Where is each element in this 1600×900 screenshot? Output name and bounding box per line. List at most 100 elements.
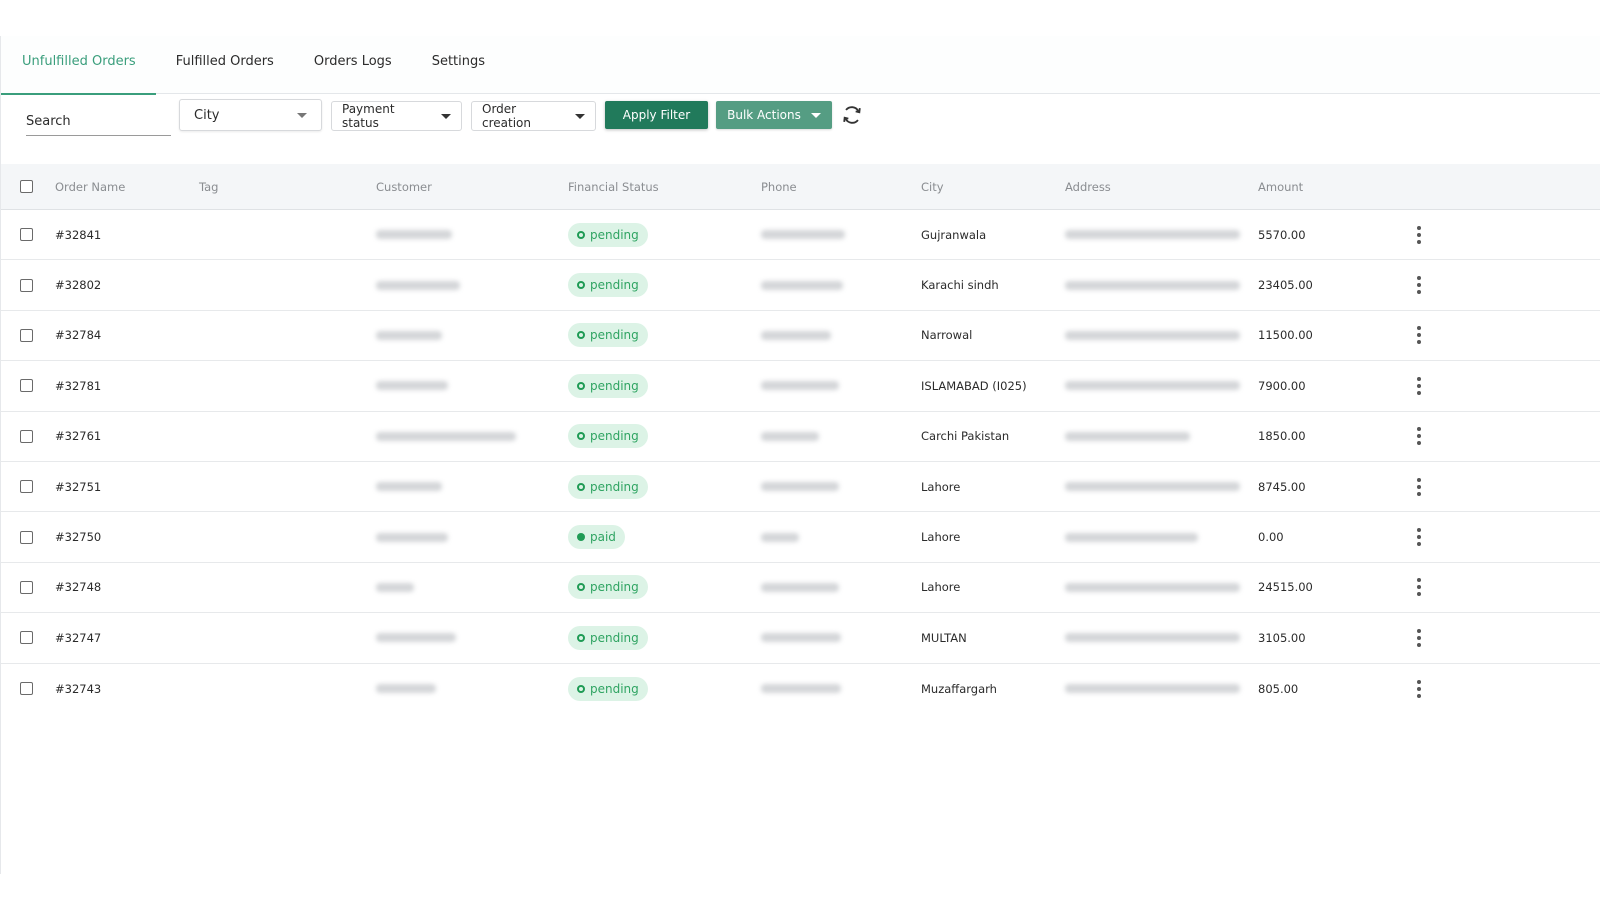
city-select[interactable]: City [179,99,322,131]
tab-orders-logs[interactable]: Orders Logs [294,36,412,94]
more-vert-icon[interactable] [1413,322,1425,348]
row-checkbox[interactable] [20,530,33,544]
order-name[interactable]: #32841 [55,210,101,259]
orders-panel: Unfulfilled Orders Fulfilled Orders Orde… [0,36,1600,874]
order-name[interactable]: #32743 [55,664,101,714]
customer-name [376,613,456,662]
city: Carchi Pakistan [921,429,1010,444]
order-name[interactable]: #32761 [55,412,101,461]
redacted-phone [761,230,845,240]
city: Lahore [921,580,961,595]
row-checkbox[interactable] [20,278,33,292]
status-dot-icon [577,331,585,340]
column-header-address[interactable]: Address [1065,164,1111,209]
more-vert-icon[interactable] [1413,222,1425,248]
order-name[interactable]: #32781 [55,361,101,410]
row-checkbox[interactable] [20,580,33,594]
row-checkbox[interactable] [20,228,33,242]
redacted-address [1065,280,1240,290]
status-badge: pending [568,222,648,247]
column-header-city[interactable]: City [921,164,944,209]
column-header-amount[interactable]: Amount [1258,164,1303,209]
row-checkbox[interactable] [20,328,33,342]
tab-bar: Unfulfilled Orders Fulfilled Orders Orde… [1,36,1600,95]
table-row[interactable]: #32781 pending ISLAMABAD (I025) 7900.00 [1,361,1600,412]
status-dot-icon [577,432,585,441]
column-header-customer[interactable]: Customer [376,164,432,209]
status-dot-icon [577,583,585,592]
column-header-tag[interactable]: Tag [199,164,218,209]
redacted-address [1065,330,1240,340]
tab-unfulfilled-orders[interactable]: Unfulfilled Orders [1,36,156,95]
more-vert-icon[interactable] [1413,524,1425,550]
status-dot-icon [577,230,585,239]
city: Karachi sindh [921,278,999,293]
more-vert-icon[interactable] [1413,373,1425,399]
phone [761,260,843,309]
phone [761,664,841,714]
row-checkbox[interactable] [20,429,33,443]
row-checkbox[interactable] [20,379,33,393]
redacted-phone [761,684,841,694]
row-checkbox[interactable] [20,631,33,645]
order-name[interactable]: #32802 [55,260,101,309]
table-row[interactable]: #32751 pending Lahore 8745.00 [1,462,1600,513]
city: Lahore [921,530,961,545]
address [1065,210,1240,259]
apply-filter-button[interactable]: Apply Filter [605,101,708,129]
row-checkbox[interactable] [20,682,33,696]
more-vert-icon[interactable] [1413,676,1425,702]
customer-name [376,462,442,511]
table-row[interactable]: #32841 pending Gujranwala 5570.00 [1,210,1600,261]
status-badge: paid [568,525,625,550]
order-name[interactable]: #32784 [55,311,101,360]
more-vert-icon[interactable] [1413,423,1425,449]
bulk-actions-button[interactable]: Bulk Actions [716,101,832,129]
redacted-address [1065,381,1240,391]
more-vert-icon[interactable] [1413,625,1425,651]
column-header-phone[interactable]: Phone [761,164,797,209]
table-row[interactable]: #32743 pending Muzaffargarh 805.00 [1,664,1600,714]
redacted-customer [376,280,460,290]
phone [761,613,841,662]
order-name[interactable]: #32748 [55,563,101,612]
more-vert-icon[interactable] [1413,272,1425,298]
payment-status-dropdown[interactable]: Payment status [331,101,462,131]
order-name[interactable]: #32747 [55,613,101,662]
address [1065,462,1240,511]
status-dot-icon [577,533,585,542]
financial-status: paid [568,512,625,561]
table-row[interactable]: #32747 pending MULTAN 3105.00 [1,613,1600,664]
phone [761,563,839,612]
address [1065,311,1240,360]
customer-name [376,412,516,461]
select-all-checkbox[interactable] [20,180,33,193]
order-creation-dropdown[interactable]: Order creation [471,101,596,131]
more-vert-icon[interactable] [1413,574,1425,600]
tab-fulfilled-orders[interactable]: Fulfilled Orders [156,36,294,94]
search-input[interactable] [26,112,171,136]
refresh-icon[interactable] [841,104,863,126]
redacted-customer [376,532,448,542]
row-checkbox[interactable] [20,480,33,494]
order-creation-label: Order creation [482,102,531,130]
tab-settings[interactable]: Settings [412,36,505,94]
amount: 7900.00 [1258,378,1306,393]
phone [761,412,819,461]
table-row[interactable]: #32748 pending Lahore 24515.00 [1,563,1600,614]
table-row[interactable]: #32784 pending Narrowal 11500.00 [1,311,1600,362]
chevron-down-icon [297,112,307,118]
table-row[interactable]: #32802 pending Karachi sindh 23405.00 [1,260,1600,311]
column-header-order-name[interactable]: Order Name [55,164,125,209]
more-vert-icon[interactable] [1413,474,1425,500]
column-header-financial-status[interactable]: Financial Status [568,164,659,209]
status-dot-icon [577,381,585,390]
city: Narrowal [921,328,973,343]
order-name[interactable]: #32751 [55,462,101,511]
status-text: pending [590,328,639,343]
order-name[interactable]: #32750 [55,512,101,561]
status-dot-icon [577,684,585,693]
table-row[interactable]: #32750 paid Lahore 0.00 [1,512,1600,563]
chevron-down-icon [575,113,585,119]
table-row[interactable]: #32761 pending Carchi Pakistan 1850.00 [1,412,1600,462]
